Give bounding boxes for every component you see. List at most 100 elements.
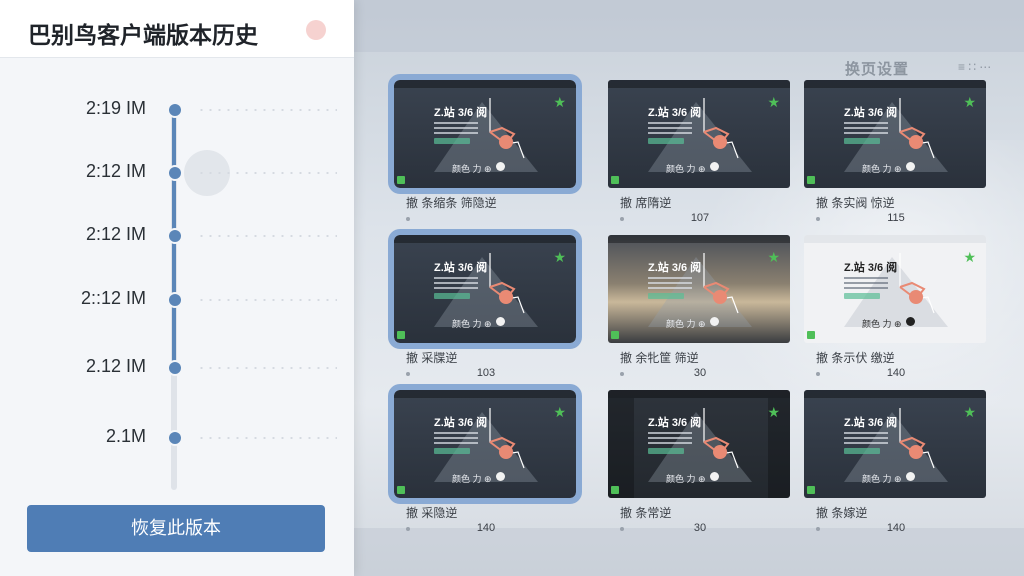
thumb-caption: 颜色 力 ⊕ — [862, 474, 902, 484]
version-card[interactable]: Z.站 3/6 阅颜色 力 ⊕ ★ 撤 条嫁逆 140 — [804, 390, 986, 536]
version-thumbnail[interactable]: Z.站 3/6 阅颜色 力 ⊕ ★ — [804, 80, 986, 188]
timeline-entry-time: 2:12 IM — [85, 161, 146, 181]
meta-dot-icon — [816, 527, 820, 531]
timeline-entry-time: 2:19 IM — [85, 98, 146, 118]
timeline-node-icon[interactable] — [169, 167, 181, 179]
version-card-count: 140 — [886, 367, 906, 379]
star-icon: ★ — [553, 94, 566, 110]
restore-version-button[interactable]: 恢复此版本 — [27, 505, 325, 552]
version-card-title: 撤 席隋逆 — [620, 196, 672, 210]
timeline-entry-dots — [197, 367, 337, 369]
timeline-node-icon[interactable] — [169, 104, 181, 116]
version-card-title: 撤 条实阀 惊逆 — [816, 196, 895, 210]
timeline-node-icon[interactable] — [169, 362, 181, 374]
thumb-knob-icon — [906, 317, 915, 326]
version-card[interactable]: Z.站 3/6 阅颜色 力 ⊕ ★ 撤 条缩条 筛隐逆 — [388, 74, 582, 226]
version-card[interactable]: Z.站 3/6 阅颜色 力 ⊕ ★ 撤 条示伏 缴逆 140 — [804, 235, 986, 381]
version-card[interactable]: Z.站 3/6 阅颜色 力 ⊕ ★ 撤 席隋逆 107 — [608, 80, 790, 226]
timeline-node-icon[interactable] — [169, 230, 181, 242]
version-thumbnail[interactable]: Z.站 3/6 阅颜色 力 ⊕ ★ — [804, 390, 986, 498]
timeline-entry-dots — [197, 235, 337, 237]
thumb-knob-icon — [496, 317, 505, 326]
version-card-meta: 115 — [804, 212, 986, 226]
version-thumbnail[interactable]: Z.站 3/6 阅颜色 力 ⊕ ★ — [608, 80, 790, 188]
version-thumbnail[interactable]: Z.站 3/6 阅颜色 力 ⊕ ★ — [388, 74, 582, 194]
timeline-entry[interactable]: 2:12 IM — [60, 161, 350, 185]
thumb-tag — [434, 293, 470, 299]
thumb-tag — [434, 138, 470, 144]
timeline-entry-dots — [197, 172, 337, 174]
panel-title: 巴别鸟客户端版本历史 — [28, 22, 258, 48]
version-card-title: 撤 采牒逆 — [406, 351, 458, 365]
version-card-meta — [394, 212, 576, 226]
version-thumbnail[interactable]: Z.站 3/6 阅颜色 力 ⊕ ★ — [608, 235, 790, 343]
close-icon[interactable] — [306, 20, 326, 40]
version-card-count: 30 — [693, 367, 707, 379]
timeline-entry[interactable]: 2:12 IM — [60, 224, 350, 248]
version-card[interactable]: Z.站 3/6 阅颜色 力 ⊕ ★ 撤 条实阀 惊逆 115 — [804, 80, 986, 226]
timeline-entry-dots — [197, 437, 337, 439]
version-card[interactable]: Z.站 3/6 阅颜色 力 ⊕ ★ 撤 采牒逆 103 — [388, 229, 582, 381]
version-card-count: 107 — [690, 212, 710, 224]
version-card[interactable]: Z.站 3/6 阅颜色 力 ⊕ ★ 撤 采隐逆 140 — [388, 384, 582, 536]
status-badge — [611, 176, 619, 184]
thumb-knob-icon — [906, 162, 915, 171]
thumb-text-lines — [648, 122, 692, 136]
thumb-title: Z.站 3/6 阅 — [434, 107, 488, 119]
timeline-entry[interactable]: 2.1M — [60, 426, 350, 450]
star-icon: ★ — [963, 249, 976, 265]
thumb-text-lines — [648, 432, 692, 446]
timeline-entry-dots — [197, 109, 337, 111]
background-header-bar — [354, 0, 1024, 52]
version-thumbnail[interactable]: Z.站 3/6 阅颜色 力 ⊕ ★ — [388, 384, 582, 504]
version-card-meta: 140 — [804, 367, 986, 381]
timeline-entry-time: 2.12 IM — [85, 356, 146, 376]
star-icon: ★ — [767, 249, 780, 265]
status-badge — [807, 486, 815, 494]
thumb-knob-icon — [710, 162, 719, 171]
meta-dot-icon — [406, 527, 410, 531]
version-card-count: 115 — [887, 212, 905, 224]
timeline-node-icon[interactable] — [169, 432, 181, 444]
thumb-title: Z.站 3/6 阅 — [434, 417, 488, 429]
version-card-title: 撤 条嫁逆 — [816, 506, 868, 520]
thumb-text-lines — [434, 122, 478, 136]
thumb-text-lines — [648, 277, 692, 291]
star-icon: ★ — [553, 404, 566, 420]
status-badge — [807, 331, 815, 339]
star-icon: ★ — [963, 404, 976, 420]
version-thumbnail[interactable]: Z.站 3/6 阅颜色 力 ⊕ ★ — [388, 229, 582, 349]
timeline-entry-dots — [197, 299, 337, 301]
thumb-text-lines — [434, 432, 478, 446]
thumb-tag — [648, 293, 684, 299]
background-blurred-title: 换页设置 — [845, 61, 910, 78]
thumb-knob-icon — [710, 317, 719, 326]
star-icon: ★ — [963, 94, 976, 110]
thumb-caption: 颜色 力 ⊕ — [862, 319, 902, 329]
thumb-knob-icon — [906, 472, 915, 481]
thumb-text-lines — [844, 432, 888, 446]
version-thumbnail[interactable]: Z.站 3/6 阅颜色 力 ⊕ ★ — [804, 235, 986, 343]
thumb-tag — [648, 138, 684, 144]
version-card-meta: 107 — [608, 212, 790, 226]
status-badge — [611, 331, 619, 339]
timeline-node-icon[interactable] — [169, 294, 181, 306]
thumb-text-lines — [844, 277, 888, 291]
star-icon: ★ — [767, 94, 780, 110]
thumb-knob-icon — [496, 472, 505, 481]
thumb-title: Z.站 3/6 阅 — [648, 107, 702, 119]
timeline-entry[interactable]: 2::12 IM — [60, 288, 350, 312]
status-badge — [397, 331, 405, 339]
thumb-caption: 颜色 力 ⊕ — [666, 474, 706, 484]
thumb-tag — [844, 293, 880, 299]
thumb-caption: 颜色 力 ⊕ — [666, 319, 706, 329]
version-card[interactable]: Z.站 3/6 阅颜色 力 ⊕ ★ 撤 条常逆 30 — [608, 390, 790, 536]
version-thumbnail[interactable]: Z.站 3/6 阅颜色 力 ⊕ ★ — [608, 390, 790, 498]
meta-dot-icon — [620, 217, 624, 221]
thumb-text-lines — [844, 122, 888, 136]
version-card[interactable]: Z.站 3/6 阅颜色 力 ⊕ ★ 撤 余牝筐 筛逆 30 — [608, 235, 790, 381]
status-badge — [397, 176, 405, 184]
version-card-meta: 140 — [804, 522, 986, 536]
timeline-entry[interactable]: 2.12 IM — [60, 356, 350, 380]
timeline-entry[interactable]: 2:19 IM — [60, 98, 350, 122]
